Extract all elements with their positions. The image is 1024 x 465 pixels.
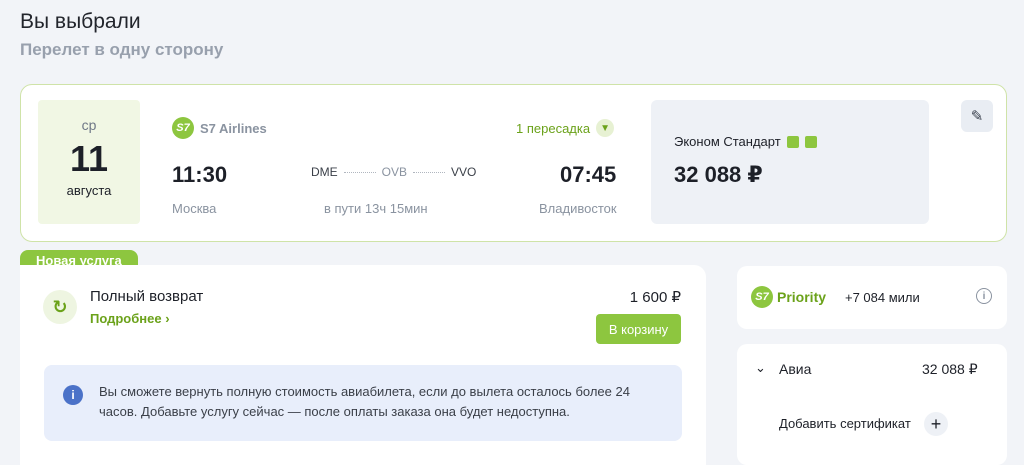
route-divider [413, 171, 446, 173]
route-from: DME [311, 165, 338, 179]
fare-box: Эконом Стандарт 32 088 ₽ [651, 100, 929, 224]
route-divider [343, 171, 376, 173]
flight-card: ср 11 августа S7 S7 Airlines 1 пересадка… [20, 84, 1007, 242]
flight-date: ср 11 августа [38, 100, 140, 224]
summary-value: 32 088 ₽ [922, 361, 978, 377]
info-text: Вы сможете вернуть полную стоимость авиа… [99, 384, 630, 419]
chevron-down-icon: ▼ [596, 119, 615, 137]
s7-logo-icon: S7 [172, 117, 194, 139]
edit-button[interactable]: ✎ [961, 100, 993, 132]
fare-price: 32 088 ₽ [674, 162, 763, 187]
info-icon[interactable]: i [976, 288, 992, 304]
flight-weekday: ср [81, 117, 97, 133]
pencil-icon: ✎ [970, 108, 984, 125]
service-card: ↻ Полный возврат Подробнее › 1 600 ₽ В к… [20, 265, 706, 465]
hand-luggage-icon [786, 135, 799, 148]
baggage-icon [804, 135, 817, 148]
departure-city: Москва [172, 201, 217, 216]
fare-name: Эконом Стандарт [674, 134, 817, 149]
priority-miles: +7 084 мили [845, 290, 920, 305]
arrival-city: Владивосток [539, 201, 617, 216]
service-more-link[interactable]: Подробнее › [90, 311, 170, 326]
info-box: i Вы сможете вернуть полную стоимость ав… [44, 365, 682, 441]
departure-time: 11:30 [172, 162, 228, 187]
priority-card: S7 Priority +7 084 мили i [737, 266, 1007, 329]
transfer-label: 1 пересадка [516, 120, 591, 136]
fare-name-label: Эконом Стандарт [674, 134, 781, 149]
flight-duration: в пути 13ч 15мин [324, 201, 428, 216]
route: DME OVB VVO [311, 165, 476, 179]
priority-label: Priority [777, 289, 827, 305]
route-to: VVO [451, 165, 477, 179]
summary-label: Авиа [779, 361, 812, 377]
service-name: Полный возврат [90, 288, 204, 305]
refresh-icon: ↻ [43, 290, 77, 324]
priority-logo: S7 Priority [751, 286, 826, 308]
info-icon: i [63, 385, 83, 405]
flight-day: 11 [69, 138, 109, 179]
chevron-down-icon[interactable]: ⌄ [755, 360, 766, 376]
s7-logo-icon: S7 [751, 286, 773, 308]
add-to-cart-button[interactable]: В корзину [596, 314, 681, 344]
route-via: OVB [381, 165, 408, 179]
page-title: Вы выбрали [20, 10, 141, 33]
page-subtitle: Перелет в одну сторону [20, 40, 224, 59]
arrival-time: 07:45 [560, 162, 617, 187]
summary-card: ⌄ Авиа 32 088 ₽ Добавить сертификат + [737, 344, 1007, 465]
add-certificate-label[interactable]: Добавить сертификат [779, 416, 911, 431]
airline: S7 S7 Airlines [172, 117, 267, 139]
service-price: 1 600 ₽ [629, 289, 681, 306]
flight-month: августа [66, 183, 112, 198]
transfer-toggle[interactable]: 1 пересадка ▼ [516, 119, 615, 137]
airline-name: S7 Airlines [200, 120, 267, 136]
plus-icon[interactable]: + [924, 412, 948, 436]
